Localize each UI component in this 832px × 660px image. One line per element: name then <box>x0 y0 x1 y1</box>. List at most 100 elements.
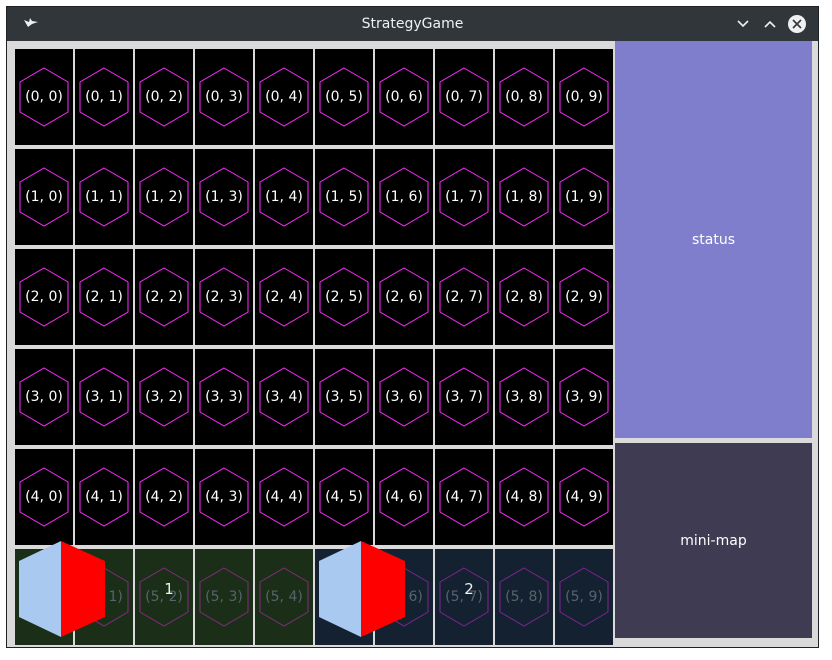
hex-tile[interactable]: (0, 5) <box>315 49 373 145</box>
tile-coordinate-label: (0, 9) <box>565 89 603 105</box>
hex-tile[interactable]: (0, 8) <box>495 49 553 145</box>
tile-coordinate-label: (4, 5) <box>325 489 363 505</box>
hex-tile[interactable]: (0, 7) <box>435 49 493 145</box>
tile-coordinate-label: (2, 9) <box>565 289 603 305</box>
tile-coordinate-label: (2, 3) <box>205 289 243 305</box>
hex-tile[interactable]: (4, 8) <box>495 449 553 545</box>
tile-coordinate-label: (1, 1) <box>85 189 123 205</box>
hex-tile[interactable]: (4, 0) <box>15 449 73 545</box>
mini-map-panel[interactable]: mini-map <box>615 443 812 638</box>
title-bar[interactable]: StrategyGame <box>7 7 818 41</box>
tile-coordinate-label: (3, 2) <box>145 389 183 405</box>
hex-tile[interactable]: (2, 5) <box>315 249 373 345</box>
tile-coordinate-label: (5, 4) <box>265 589 303 605</box>
hex-tile[interactable]: (5, 4) <box>255 549 313 645</box>
hex-tile[interactable]: (2, 6) <box>375 249 433 345</box>
hex-tile[interactable]: (3, 0) <box>15 349 73 445</box>
unit-token[interactable]: 2 <box>319 541 474 637</box>
maximize-icon[interactable] <box>761 15 779 33</box>
hex-tile[interactable]: (1, 8) <box>495 149 553 245</box>
tile-coordinate-label: (1, 8) <box>505 189 543 205</box>
hex-tile[interactable]: (5, 8) <box>495 549 553 645</box>
tile-coordinate-label: (3, 7) <box>445 389 483 405</box>
tile-coordinate-label: (0, 2) <box>145 89 183 105</box>
hex-tile[interactable]: (1, 7) <box>435 149 493 245</box>
hex-tile[interactable]: (1, 2) <box>135 149 193 245</box>
hex-tile[interactable]: (4, 1) <box>75 449 133 545</box>
hex-tile[interactable]: (4, 5) <box>315 449 373 545</box>
minimize-icon[interactable] <box>734 15 752 33</box>
tile-coordinate-label: (2, 0) <box>25 289 63 305</box>
tile-coordinate-label: (4, 7) <box>445 489 483 505</box>
hex-tile[interactable]: (1, 3) <box>195 149 253 245</box>
tile-coordinate-label: (3, 6) <box>385 389 423 405</box>
hex-tile[interactable]: (3, 9) <box>555 349 613 445</box>
tile-coordinate-label: (3, 5) <box>325 389 363 405</box>
hex-tile[interactable]: (1, 1) <box>75 149 133 245</box>
tile-coordinate-label: (0, 0) <box>25 89 63 105</box>
hex-tile[interactable]: (2, 7) <box>435 249 493 345</box>
hex-tile[interactable]: (0, 2) <box>135 49 193 145</box>
mini-map-label: mini-map <box>680 532 747 549</box>
hex-tile[interactable]: (4, 6) <box>375 449 433 545</box>
status-label: status <box>691 231 736 248</box>
hex-board: (0, 0) (0, 1) (0, 2) (0, 3) (0, 4) (0, 5) (0, … <box>7 41 615 647</box>
hex-tile[interactable]: (4, 7) <box>435 449 493 545</box>
hex-tile[interactable]: (5, 3) <box>195 549 253 645</box>
hex-tile[interactable]: (4, 4) <box>255 449 313 545</box>
hex-tile[interactable]: (5, 9) <box>555 549 613 645</box>
hex-tile[interactable]: (0, 4) <box>255 49 313 145</box>
hex-tile[interactable]: (0, 6) <box>375 49 433 145</box>
tile-coordinate-label: (1, 3) <box>205 189 243 205</box>
hex-tile[interactable]: (2, 8) <box>495 249 553 345</box>
tile-coordinate-label: (2, 7) <box>445 289 483 305</box>
tile-coordinate-label: (4, 9) <box>565 489 603 505</box>
hex-tile[interactable]: (1, 9) <box>555 149 613 245</box>
window-title: StrategyGame <box>361 16 464 32</box>
hex-tile[interactable]: (1, 0) <box>15 149 73 245</box>
tile-coordinate-label: (0, 1) <box>85 89 123 105</box>
tile-coordinate-label: (2, 6) <box>385 289 423 305</box>
unit-token[interactable]: 1 <box>19 541 174 637</box>
hex-tile[interactable]: (3, 2) <box>135 349 193 445</box>
tile-coordinate-label: (0, 7) <box>445 89 483 105</box>
tile-coordinate-label: (1, 9) <box>565 189 603 205</box>
hex-tile[interactable]: (2, 4) <box>255 249 313 345</box>
tile-coordinate-label: (2, 2) <box>145 289 183 305</box>
hex-tile[interactable]: (2, 3) <box>195 249 253 345</box>
hex-tile[interactable]: (3, 1) <box>75 349 133 445</box>
hex-tile[interactable]: (4, 9) <box>555 449 613 545</box>
hex-tile[interactable]: (4, 2) <box>135 449 193 545</box>
hex-tile[interactable]: (3, 8) <box>495 349 553 445</box>
unit-hexagon-icon <box>319 541 405 637</box>
hex-tile[interactable]: (1, 5) <box>315 149 373 245</box>
hex-tile[interactable]: (0, 3) <box>195 49 253 145</box>
tile-coordinate-label: (4, 1) <box>85 489 123 505</box>
hex-tile[interactable]: (3, 3) <box>195 349 253 445</box>
unit-number-label: 2 <box>464 580 474 598</box>
close-icon[interactable] <box>787 14 807 34</box>
tile-coordinate-label: (2, 1) <box>85 289 123 305</box>
tile-coordinate-label: (1, 7) <box>445 189 483 205</box>
hex-tile[interactable]: (0, 9) <box>555 49 613 145</box>
tile-coordinate-label: (3, 4) <box>265 389 303 405</box>
tile-coordinate-label: (4, 8) <box>505 489 543 505</box>
hex-tile[interactable]: (1, 4) <box>255 149 313 245</box>
hex-tile[interactable]: (3, 7) <box>435 349 493 445</box>
status-panel: status <box>615 41 812 438</box>
hex-tile[interactable]: (3, 5) <box>315 349 373 445</box>
hex-tile[interactable]: (3, 6) <box>375 349 433 445</box>
tile-coordinate-label: (3, 1) <box>85 389 123 405</box>
tile-coordinate-label: (1, 6) <box>385 189 423 205</box>
hex-tile[interactable]: (3, 4) <box>255 349 313 445</box>
hex-tile[interactable]: (2, 9) <box>555 249 613 345</box>
hex-tile[interactable]: (2, 1) <box>75 249 133 345</box>
hex-tile[interactable]: (0, 1) <box>75 49 133 145</box>
hex-tile[interactable]: (2, 0) <box>15 249 73 345</box>
hex-tile[interactable]: (4, 3) <box>195 449 253 545</box>
tile-coordinate-label: (0, 3) <box>205 89 243 105</box>
hex-tile[interactable]: (2, 2) <box>135 249 193 345</box>
hex-tile[interactable]: (1, 6) <box>375 149 433 245</box>
game-content: (0, 0) (0, 1) (0, 2) (0, 3) (0, 4) (0, 5) (0, … <box>7 41 818 647</box>
hex-tile[interactable]: (0, 0) <box>15 49 73 145</box>
